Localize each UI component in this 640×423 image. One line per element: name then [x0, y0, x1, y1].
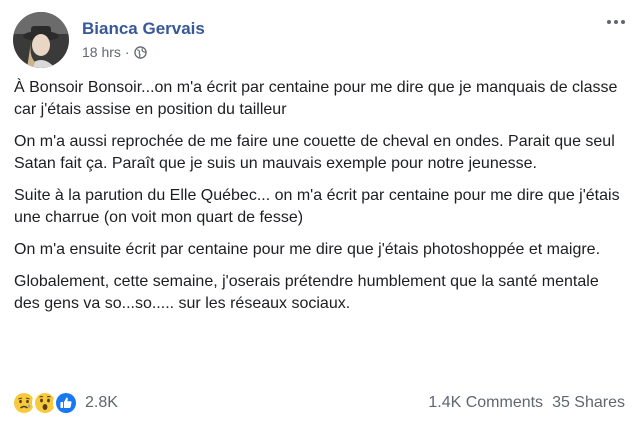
author-name[interactable]: Bianca Gervais [82, 19, 205, 39]
facebook-post: Bianca Gervais 18 hrs · À Bonsoir Bonsoi… [0, 0, 640, 423]
reaction-count: 2.8K [85, 394, 118, 411]
post-footer: 2.8K 1.4K Comments 35 Shares [11, 388, 625, 418]
post-subline: 18 hrs · [82, 44, 205, 60]
post-paragraph: On m'a ensuite écrit par centaine pour m… [14, 241, 601, 258]
post-paragraph: Suite à la parution du Elle Québec... on… [14, 187, 620, 226]
post-meta: Bianca Gervais 18 hrs · [82, 19, 205, 60]
comments-count-link[interactable]: 1.4K Comments [428, 394, 543, 412]
post-paragraph: Globalement, cette semaine, j'oserais pr… [14, 273, 599, 312]
globe-icon [133, 45, 147, 59]
post-paragraph: À Bonsoir Bonsoir...on m'a écrit par cen… [14, 79, 618, 118]
separator-dot: · [124, 44, 130, 60]
post-timestamp[interactable]: 18 hrs [82, 44, 121, 60]
post-header: Bianca Gervais 18 hrs · [13, 12, 205, 68]
reactions-summary[interactable]: 2.8K [11, 390, 118, 416]
like-thumb-icon [53, 390, 79, 416]
engagement-stats: 1.4K Comments 35 Shares [428, 394, 625, 412]
shares-count-link[interactable]: 35 Shares [552, 394, 625, 412]
post-paragraph: On m'a aussi reprochée de me faire une c… [14, 133, 615, 172]
avatar-photo [13, 12, 69, 68]
avatar[interactable] [13, 12, 69, 68]
more-options-icon[interactable] [604, 14, 628, 30]
post-body: À Bonsoir Bonsoir...on m'a écrit par cen… [14, 77, 626, 325]
